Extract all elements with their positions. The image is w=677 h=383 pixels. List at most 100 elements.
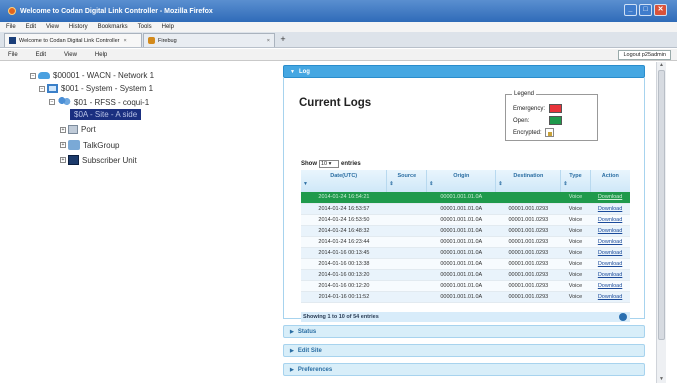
scroll-down-icon[interactable]: ▼ [658,376,665,383]
expand-icon[interactable]: + [60,126,66,133]
tree-node-network[interactable]: − $00001 - WACN - Network 1 [30,71,154,80]
expand-icon[interactable]: + [60,157,66,163]
close-button[interactable]: ✕ [654,4,667,16]
download-link[interactable]: Download [590,269,630,281]
menu-history[interactable]: History [69,24,88,30]
subscriber-unit-icon [68,155,79,165]
column-header-type[interactable]: Type ⇕ [560,170,591,192]
column-header-label: Origin [453,173,470,179]
open-swatch [549,116,563,125]
tab-codan[interactable]: Welcome to Codan Digital Link Controller… [4,33,142,47]
log-section-header[interactable]: ▼ Log [283,65,645,78]
column-header-destination[interactable]: Destination ⇕ [495,170,562,192]
logout-button[interactable]: Logout p25admin [618,50,671,60]
collapse-icon[interactable]: − [49,99,55,105]
download-link[interactable]: Download [590,247,630,259]
cell-destination: 00001.001.0293 [495,258,561,270]
expand-icon[interactable]: + [60,142,66,148]
legend-label: Emergency: [513,105,546,112]
collapse-icon[interactable]: − [39,85,45,92]
app-menu-file[interactable]: File [8,52,18,58]
sort-icon: ⇕ [563,181,568,187]
download-link[interactable]: Download [590,258,630,270]
cell-type: Voice [560,280,591,292]
cell-origin: 00001.001.01.0A [426,192,496,204]
status-section-header[interactable]: ▶ Status [283,325,645,338]
menu-help[interactable]: Help [162,24,174,30]
section-label: Status [297,328,317,335]
page-length-select[interactable]: 10 ▾ [319,160,339,168]
tree-node-subscriber[interactable]: + Subscriber Unit [60,155,137,165]
cell-origin: 00001.001.01.0A [426,203,496,215]
cell-date: 2014-01-16 00:11:52 [301,291,387,303]
download-link[interactable]: Download [590,203,630,215]
download-link[interactable]: Download [590,225,630,237]
rfss-group-icon [57,97,71,107]
new-tab-button[interactable]: + [276,33,290,47]
cell-type: Voice [560,269,591,281]
minimize-button[interactable]: _ [624,4,637,16]
tab-firebug[interactable]: Firebug × [143,33,275,47]
page-scrollbar[interactable]: ▲ ▼ [656,62,666,383]
tree-node-label: $00001 - WACN - Network 1 [53,71,155,80]
scroll-up-icon[interactable]: ▲ [658,62,665,69]
cell-type: Voice [560,291,591,303]
tree-node-system[interactable]: − $001 - System - System 1 [39,84,153,93]
collapsed-triangle-icon: ▶ [290,347,294,354]
tree-node-talkgroup[interactable]: + TalkGroup [60,140,119,150]
cell-destination: 00001.001.0293 [495,236,561,248]
table-row: 2014-01-24 16:23:44 00001.001.01.0A 00001.… [301,236,630,248]
download-link[interactable]: Download [590,214,630,226]
table-row: 2014-01-24 16:53:57 00001.001.01.0A 00001.… [301,203,630,215]
cell-origin: 00001.001.01.0A [426,258,496,270]
download-link[interactable]: Download [590,280,630,292]
column-header-date[interactable]: Date(UTC) ▼ [301,170,388,192]
cell-source [386,214,427,226]
sort-desc-icon: ▼ [303,181,308,187]
show-label: Show [301,161,317,167]
app-menu-view[interactable]: View [64,52,77,58]
window-controls: _ □ ✕ [624,4,667,16]
scroll-thumb[interactable] [658,70,665,340]
legend-emergency: Emergency: [513,104,563,113]
close-tab-icon[interactable]: × [123,38,126,44]
app-menu-help[interactable]: Help [95,52,107,58]
download-link[interactable]: Download [590,236,630,248]
column-header-origin[interactable]: Origin ⇕ [426,170,497,192]
preferences-section-header[interactable]: ▶ Preferences [283,363,645,376]
tree-node-rfss[interactable]: − $01 - RFSS - coqui-1 [49,97,149,107]
cell-origin: 00001.001.01.0A [426,247,496,259]
cell-type: Voice [560,192,591,204]
edit-site-section-header[interactable]: ▶ Edit Site [283,344,645,357]
firebug-favicon-icon [148,37,155,44]
download-link[interactable]: Download [590,291,630,303]
collapsed-triangle-icon: ▶ [290,366,294,373]
table-row: 2014-01-16 00:12:20 00001.001.01.0A 00001.… [301,280,630,292]
maximize-button[interactable]: □ [639,4,652,16]
menu-tools[interactable]: Tools [138,24,152,30]
close-tab-icon[interactable]: × [267,38,270,44]
tab-firebug-wrap: Firebug [148,37,177,44]
column-header-label: Destination [513,173,544,179]
cell-source [386,225,427,237]
app-menu-edit[interactable]: Edit [36,52,46,58]
download-link[interactable]: Download [590,192,630,204]
cell-source [386,192,427,204]
column-header-action: Action [590,170,630,192]
menu-bookmarks[interactable]: Bookmarks [98,24,128,30]
cell-destination [495,192,561,204]
section-label: Preferences [297,366,333,373]
column-header-source[interactable]: Source ⇕ [386,170,428,192]
menu-view[interactable]: View [46,24,59,30]
collapse-icon[interactable]: − [30,72,36,79]
network-tree: − $00001 - WACN - Network 1 − $001 - Sys… [0,62,282,383]
log-section-body: Current Logs Legend Emergency: Open: Enc… [283,78,645,322]
pagination-next-icon[interactable] [619,313,627,321]
tab-label: Welcome to Codan Digital Link Controller [19,37,120,44]
menu-file[interactable]: File [6,24,16,30]
tree-node-site[interactable]: $0A - Site - A side [70,109,142,120]
menu-edit[interactable]: Edit [26,24,36,30]
cell-date: 2014-01-24 16:53:57 [301,203,387,215]
column-header-label: Action [601,173,619,179]
tree-node-port[interactable]: + Port [60,125,96,134]
